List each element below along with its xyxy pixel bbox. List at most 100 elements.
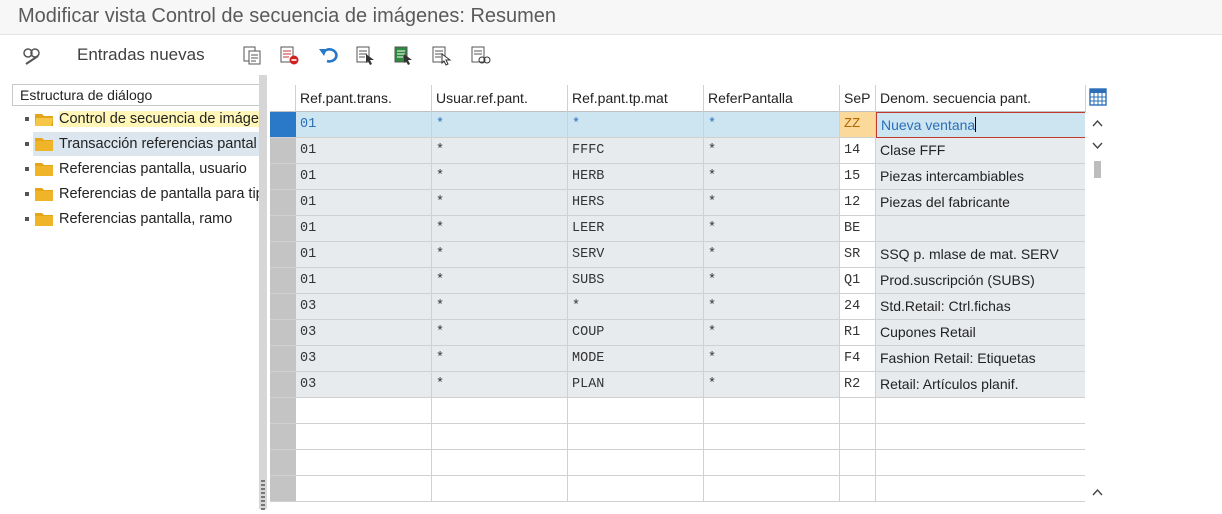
cell-col-material-type[interactable]: * bbox=[568, 112, 704, 138]
tree-item-sequence-control[interactable]: Control de secuencia de imáge bbox=[12, 107, 259, 131]
new-entries-button[interactable]: Entradas nuevas bbox=[77, 45, 205, 65]
cell-col-description[interactable]: Std.Retail: Ctrl.fichas bbox=[876, 294, 1086, 320]
cell-col-description[interactable]: Retail: Artículos planif. bbox=[876, 372, 1086, 398]
cell-col-screen-ref[interactable]: * bbox=[704, 346, 840, 372]
display-change-icon[interactable] bbox=[19, 43, 43, 67]
cell-col-description[interactable]: Prod.suscripción (SUBS) bbox=[876, 268, 1086, 294]
cell-col-material-type[interactable]: LEER bbox=[568, 216, 704, 242]
row-selector[interactable] bbox=[270, 216, 296, 242]
cell-col-sequence[interactable]: 14 bbox=[840, 138, 876, 164]
row-selector[interactable] bbox=[270, 164, 296, 190]
cell-col-sequence[interactable]: 12 bbox=[840, 190, 876, 216]
column-header-col-sequence[interactable]: SeP bbox=[840, 85, 876, 112]
cell-col-screen-ref[interactable]: * bbox=[704, 268, 840, 294]
cell-col-description[interactable] bbox=[876, 216, 1086, 242]
cell-col-description[interactable]: Piezas intercambiables bbox=[876, 164, 1086, 190]
cell-col-sequence[interactable]: 15 bbox=[840, 164, 876, 190]
tree-item-transaction-references[interactable]: Transacción referencias pantal bbox=[12, 132, 259, 156]
cell-col-ref-trans[interactable]: 03 bbox=[296, 346, 432, 372]
cell-col-user-ref[interactable]: * bbox=[432, 294, 568, 320]
cell-col-screen-ref[interactable]: * bbox=[704, 242, 840, 268]
select-all-icon[interactable] bbox=[353, 43, 377, 67]
cell-col-ref-trans[interactable]: 03 bbox=[296, 372, 432, 398]
cell-col-sequence[interactable]: Q1 bbox=[840, 268, 876, 294]
cell-col-material-type[interactable]: COUP bbox=[568, 320, 704, 346]
row-selector[interactable] bbox=[270, 112, 296, 138]
cell-col-description[interactable]: Piezas del fabricante bbox=[876, 190, 1086, 216]
cell-col-sequence[interactable]: SR bbox=[840, 242, 876, 268]
row-selector[interactable] bbox=[270, 190, 296, 216]
cell-col-ref-trans[interactable]: 01 bbox=[296, 164, 432, 190]
tree-item-user-references[interactable]: Referencias pantalla, usuario bbox=[12, 157, 259, 181]
row-selector[interactable] bbox=[270, 372, 296, 398]
cell-col-material-type[interactable]: * bbox=[568, 294, 704, 320]
cell-col-description[interactable]: Fashion Retail: Etiquetas bbox=[876, 346, 1086, 372]
cell-col-user-ref[interactable]: * bbox=[432, 138, 568, 164]
cell-col-material-type[interactable]: SUBS bbox=[568, 268, 704, 294]
row-selector[interactable] bbox=[270, 242, 296, 268]
cell-col-user-ref[interactable]: * bbox=[432, 268, 568, 294]
print-icon[interactable] bbox=[468, 43, 492, 67]
column-settings-icon[interactable] bbox=[1088, 87, 1108, 107]
cell-col-screen-ref[interactable]: * bbox=[704, 164, 840, 190]
vertical-scrollbar[interactable] bbox=[1085, 112, 1110, 509]
row-selector[interactable] bbox=[270, 138, 296, 164]
select-block-icon[interactable] bbox=[391, 43, 415, 67]
cell-col-screen-ref[interactable]: * bbox=[704, 112, 840, 138]
column-header-col-ref-trans[interactable]: Ref.pant.trans. bbox=[296, 85, 432, 112]
cell-col-screen-ref[interactable]: * bbox=[704, 372, 840, 398]
cell-col-sequence[interactable]: R1 bbox=[840, 320, 876, 346]
delete-icon[interactable] bbox=[277, 43, 301, 67]
cell-col-ref-trans[interactable]: 01 bbox=[296, 268, 432, 294]
cell-col-screen-ref[interactable]: * bbox=[704, 138, 840, 164]
row-selector[interactable] bbox=[270, 450, 296, 476]
column-header-col-screen-ref[interactable]: ReferPantalla bbox=[704, 85, 840, 112]
cell-col-material-type[interactable]: SERV bbox=[568, 242, 704, 268]
cell-col-description[interactable]: Clase FFF bbox=[876, 138, 1086, 164]
cell-col-description[interactable]: Cupones Retail bbox=[876, 320, 1086, 346]
cell-col-ref-trans[interactable]: 01 bbox=[296, 190, 432, 216]
cell-col-description[interactable]: Nueva ventana bbox=[876, 112, 1086, 138]
row-selector[interactable] bbox=[270, 320, 296, 346]
undo-icon[interactable] bbox=[316, 43, 340, 67]
cell-col-user-ref[interactable]: * bbox=[432, 216, 568, 242]
tree-item-type-references[interactable]: Referencias de pantalla para tip bbox=[12, 182, 259, 206]
cell-col-material-type[interactable]: HERB bbox=[568, 164, 704, 190]
copy-icon[interactable] bbox=[240, 43, 264, 67]
cell-col-user-ref[interactable]: * bbox=[432, 346, 568, 372]
row-selector[interactable] bbox=[270, 294, 296, 320]
cell-col-user-ref[interactable]: * bbox=[432, 190, 568, 216]
cell-col-material-type[interactable]: HERS bbox=[568, 190, 704, 216]
cell-col-sequence[interactable]: ZZ bbox=[840, 112, 876, 138]
column-header-col-material-type[interactable]: Ref.pant.tp.mat bbox=[568, 85, 704, 112]
column-header-col-user-ref[interactable]: Usuar.ref.pant. bbox=[432, 85, 568, 112]
cell-col-user-ref[interactable]: * bbox=[432, 372, 568, 398]
cell-col-user-ref[interactable]: * bbox=[432, 242, 568, 268]
cell-col-material-type[interactable]: PLAN bbox=[568, 372, 704, 398]
row-selector[interactable] bbox=[270, 268, 296, 294]
cell-col-material-type[interactable]: FFFC bbox=[568, 138, 704, 164]
cell-col-screen-ref[interactable]: * bbox=[704, 320, 840, 346]
panel-splitter[interactable] bbox=[259, 75, 267, 510]
cell-col-sequence[interactable]: R2 bbox=[840, 372, 876, 398]
cell-col-screen-ref[interactable]: * bbox=[704, 190, 840, 216]
cell-col-user-ref[interactable]: * bbox=[432, 164, 568, 190]
tree-item-branch-references[interactable]: Referencias pantalla, ramo bbox=[12, 207, 259, 231]
row-selector[interactable] bbox=[270, 398, 296, 424]
cell-col-sequence[interactable]: F4 bbox=[840, 346, 876, 372]
cell-col-screen-ref[interactable]: * bbox=[704, 216, 840, 242]
cell-col-user-ref[interactable]: * bbox=[432, 112, 568, 138]
cell-col-sequence[interactable]: BE bbox=[840, 216, 876, 242]
row-selector[interactable] bbox=[270, 424, 296, 450]
cell-col-ref-trans[interactable]: 01 bbox=[296, 138, 432, 164]
cell-col-description[interactable]: SSQ p. mlase de mat. SERV bbox=[876, 242, 1086, 268]
cell-col-ref-trans[interactable]: 01 bbox=[296, 242, 432, 268]
column-header-col-description[interactable]: Denom. secuencia pant. bbox=[876, 85, 1086, 112]
cell-col-ref-trans[interactable]: 03 bbox=[296, 320, 432, 346]
cell-col-screen-ref[interactable]: * bbox=[704, 294, 840, 320]
cell-col-user-ref[interactable]: * bbox=[432, 320, 568, 346]
cell-col-ref-trans[interactable]: 01 bbox=[296, 112, 432, 138]
row-selector[interactable] bbox=[270, 476, 296, 502]
cell-col-ref-trans[interactable]: 01 bbox=[296, 216, 432, 242]
cell-col-ref-trans[interactable]: 03 bbox=[296, 294, 432, 320]
